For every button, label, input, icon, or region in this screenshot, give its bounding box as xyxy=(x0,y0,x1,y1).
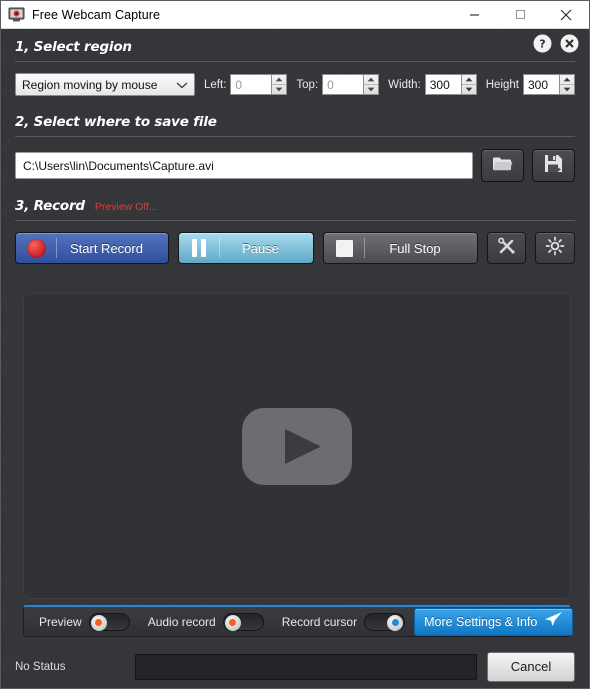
svg-text:?: ? xyxy=(539,38,545,51)
send-plane-icon xyxy=(544,611,563,632)
browse-folder-button[interactable] xyxy=(481,149,524,182)
section-1-title: 1, Select region xyxy=(15,39,132,55)
close-circle-icon[interactable] xyxy=(560,34,579,53)
save-disk-icon xyxy=(544,154,563,178)
toggle-preview-switch[interactable] xyxy=(88,612,130,631)
spinner-up-icon[interactable] xyxy=(461,75,476,85)
field-left-label: Left: xyxy=(204,78,227,91)
window-controls xyxy=(451,1,589,28)
tools-button[interactable] xyxy=(486,232,527,264)
options-toolbar: Preview Audio record Record cursor More … xyxy=(23,605,574,637)
toggle-audio-record-switch[interactable] xyxy=(222,612,264,631)
title-bar: Free Webcam Capture xyxy=(1,1,589,29)
stop-square-icon xyxy=(324,239,364,257)
full-stop-label: Full Stop xyxy=(389,240,441,256)
toggle-preview-label: Preview xyxy=(39,614,82,629)
spinner-up-icon[interactable] xyxy=(272,75,287,85)
field-width-arrows[interactable] xyxy=(460,74,477,95)
section-2-header: 2, Select where to save file xyxy=(1,114,589,130)
spinner-up-icon[interactable] xyxy=(560,75,574,85)
field-left-input[interactable]: 0 xyxy=(230,74,272,95)
window-title: Free Webcam Capture xyxy=(32,7,161,22)
toggle-audio-record-label: Audio record xyxy=(147,614,216,629)
spinner-up-icon[interactable] xyxy=(364,75,379,85)
pause-label: Pause xyxy=(242,240,279,256)
chevron-down-icon xyxy=(176,78,188,92)
region-mode-value: Region moving by mouse xyxy=(22,77,158,92)
progress-bar xyxy=(135,653,477,680)
field-left-arrows[interactable] xyxy=(271,74,288,95)
webcam-icon xyxy=(8,7,25,22)
section-3-header: 3, Record Preview Off... xyxy=(1,198,589,214)
brightness-sun-icon xyxy=(545,236,565,261)
field-width-input[interactable]: 300 xyxy=(424,74,461,95)
close-button[interactable] xyxy=(543,1,589,28)
field-left-spinner[interactable]: 0 xyxy=(230,74,288,95)
field-left: Left: 0 xyxy=(204,74,288,95)
section-1-header: 1, Select region xyxy=(1,39,589,55)
spinner-down-icon[interactable] xyxy=(272,85,286,94)
toggle-audio-record[interactable]: Audio record xyxy=(139,607,273,636)
maximize-button[interactable] xyxy=(497,1,543,28)
video-preview-panel[interactable] xyxy=(23,293,571,599)
field-height-spinner[interactable]: 300 xyxy=(523,74,575,95)
start-record-label: Start Record xyxy=(69,240,143,256)
cancel-button[interactable]: Cancel xyxy=(487,651,575,682)
field-height-arrows[interactable] xyxy=(559,74,575,95)
field-width: Width: 300 xyxy=(388,74,477,95)
more-settings-label: More Settings & Info xyxy=(424,614,538,629)
pause-button[interactable]: Pause xyxy=(177,232,315,264)
save-file-button[interactable] xyxy=(532,149,575,182)
status-bar: No Status Cancel xyxy=(1,645,589,688)
field-height-input[interactable]: 300 xyxy=(523,74,559,95)
toggle-record-cursor[interactable]: Record cursor xyxy=(273,607,414,636)
minimize-button[interactable] xyxy=(451,1,497,28)
field-top-label: Top: xyxy=(296,78,319,91)
field-width-spinner[interactable]: 300 xyxy=(424,74,477,95)
region-mode-select[interactable]: Region moving by mouse xyxy=(15,73,196,96)
pause-icon xyxy=(179,239,219,257)
spinner-down-icon[interactable] xyxy=(560,85,574,94)
folder-open-icon xyxy=(492,155,513,177)
section-2-title: 2, Select where to save file xyxy=(15,114,217,130)
spinner-down-icon[interactable] xyxy=(462,85,476,94)
field-height-label: Height xyxy=(485,78,519,91)
header-icons: ? xyxy=(533,34,579,53)
preview-status-text: Preview Off... xyxy=(94,201,158,213)
more-settings-button[interactable]: More Settings & Info xyxy=(414,607,574,636)
field-top-spinner[interactable]: 0 xyxy=(322,74,380,95)
toggle-preview[interactable]: Preview xyxy=(30,607,139,636)
field-height: Height 300 xyxy=(486,74,575,95)
record-dot-icon xyxy=(16,238,56,258)
toggle-record-cursor-label: Record cursor xyxy=(281,614,358,629)
app-window: Free Webcam Capture ? 1, Select region R… xyxy=(0,0,590,689)
field-top-input[interactable]: 0 xyxy=(322,74,364,95)
record-buttons-row: Start Record Pause Full Stop xyxy=(1,221,589,264)
spinner-down-icon[interactable] xyxy=(364,85,378,94)
start-record-button[interactable]: Start Record xyxy=(15,232,169,264)
brightness-button[interactable] xyxy=(535,232,575,264)
region-controls-row: Region moving by mouse Left: 0 Top: 0 Wi… xyxy=(1,62,589,96)
full-stop-button[interactable]: Full Stop xyxy=(323,232,478,264)
section-3-title: 3, Record xyxy=(15,198,85,214)
field-top-arrows[interactable] xyxy=(363,74,380,95)
help-circle-icon[interactable]: ? xyxy=(533,34,552,53)
save-path-row: C:\Users\lin\Documents\Capture.avi xyxy=(1,137,589,182)
field-top: Top: 0 xyxy=(296,74,380,95)
tools-wrench-icon xyxy=(497,236,517,261)
toggle-record-cursor-switch[interactable] xyxy=(364,612,406,631)
status-text: No Status xyxy=(15,660,66,673)
save-path-input[interactable]: C:\Users\lin\Documents\Capture.avi xyxy=(15,152,473,179)
play-button-icon[interactable] xyxy=(242,407,352,485)
field-width-label: Width: xyxy=(388,78,421,91)
